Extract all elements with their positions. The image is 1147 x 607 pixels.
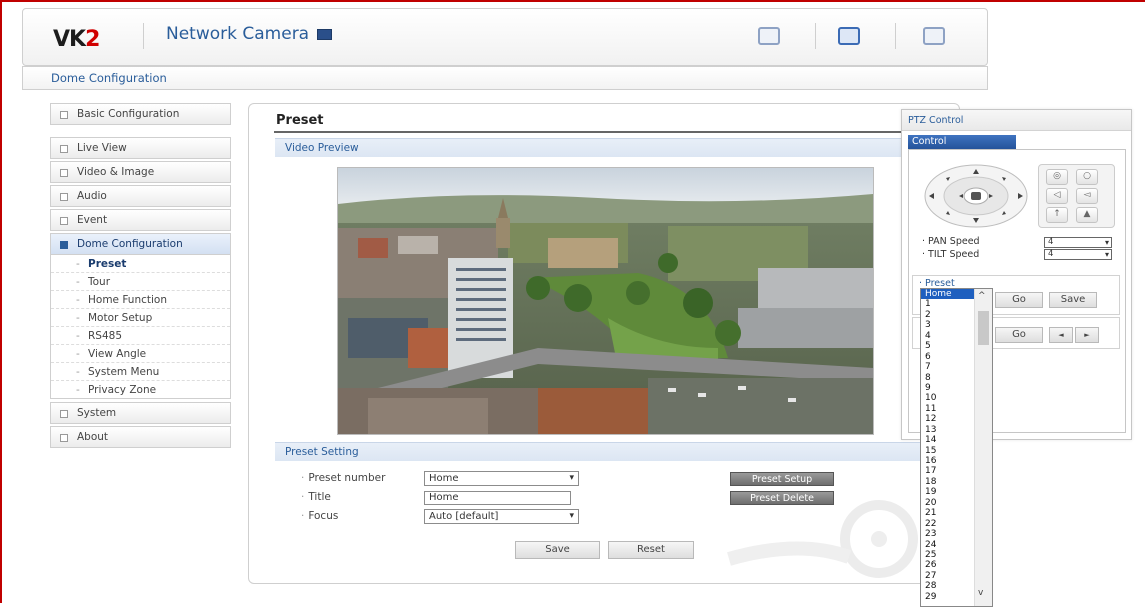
ptz-title-bar: PTZ Control [902, 110, 1131, 131]
sidebar-item-basic-configuration[interactable]: Basic Configuration [50, 103, 231, 125]
chevron-down-icon: ▾ [1104, 250, 1109, 259]
page-title: Preset [276, 113, 324, 128]
video-preview [337, 167, 874, 435]
focus-select[interactable]: Auto [default] ▾ [424, 509, 579, 524]
decorative-film-reel [727, 500, 918, 578]
focus-label: · Focus [301, 510, 339, 522]
chevron-down-icon: ▾ [569, 473, 574, 483]
sidebar-item-dome-configuration[interactable]: Dome Configuration [50, 233, 231, 255]
title-label: · Title [301, 491, 331, 503]
title-input[interactable]: Home [424, 491, 571, 505]
expand-icon [60, 111, 68, 119]
save-button[interactable]: Save [515, 541, 600, 559]
reset-button[interactable]: Reset [608, 541, 694, 559]
sidebar-item-audio[interactable]: Audio [50, 185, 231, 207]
divider [895, 23, 896, 49]
main-panel: Preset Video Preview Preset Setting · Pr… [248, 103, 960, 584]
expand-icon [60, 193, 68, 201]
top-header: VK2 Network Camera [22, 8, 988, 66]
scrollbar-thumb[interactable] [978, 311, 989, 345]
preset-setting-header: Preset Setting [275, 442, 925, 461]
preset-number-select[interactable]: Home ▾ [424, 471, 579, 486]
divider [815, 23, 816, 49]
preset-go-button[interactable]: Go [995, 292, 1043, 308]
live-view-icon[interactable] [758, 27, 780, 45]
sidebar-subitem-privacy-zone[interactable]: - Privacy Zone [51, 381, 230, 399]
sidebar-item-event[interactable]: Event [50, 209, 231, 231]
sidebar-submenu: - Preset - Tour - Home Function - Motor Setu… [50, 255, 231, 399]
sidebar-subitem-view-angle[interactable]: - View Angle [51, 345, 230, 363]
preset-save-button[interactable]: Save [1049, 292, 1097, 308]
title-divider [274, 131, 934, 133]
app-title: Network Camera [166, 24, 333, 44]
focus-near-icon[interactable]: ◁ [1046, 188, 1068, 204]
sidebar-item-system[interactable]: System [50, 402, 231, 424]
pan-speed-label: · PAN Speed [922, 236, 980, 247]
sidebar-menu: Basic Configuration Live View Video & Im… [50, 103, 231, 450]
pan-speed-select[interactable]: 4 ▾ [1044, 237, 1112, 248]
scroll-up-icon[interactable]: ^ [978, 291, 986, 301]
dropdown-scrollbar[interactable]: ^ v [974, 289, 992, 606]
iris-open-icon[interactable]: ↑ [1046, 207, 1068, 223]
iris-close-icon[interactable]: ▲ [1076, 207, 1098, 223]
expand-icon [60, 169, 68, 177]
previous-icon[interactable]: ◄ [1049, 327, 1073, 343]
tilt-speed-select[interactable]: 4 ▾ [1044, 249, 1112, 260]
setup-icon[interactable] [838, 27, 860, 45]
help-icon[interactable] [923, 27, 945, 45]
zoom-out-icon[interactable]: ○ [1076, 169, 1098, 185]
sidebar-subitem-rs485[interactable]: - RS485 [51, 327, 230, 345]
sidebar-subitem-system-menu[interactable]: - System Menu [51, 363, 230, 381]
brand-logo: VK2 [53, 27, 100, 52]
chevron-down-icon: ▾ [1104, 238, 1109, 247]
preset-setup-button[interactable]: Preset Setup [730, 472, 834, 486]
next-icon[interactable]: ► [1075, 327, 1099, 343]
chevron-down-icon: ▾ [569, 511, 574, 521]
divider [143, 23, 144, 49]
preset-number-label: · Preset number [301, 472, 386, 484]
zoom-focus-pad: ◎ ○ ◁ ◅ ↑ ▲ [1038, 164, 1115, 228]
tilt-speed-label: · TILT Speed [922, 249, 980, 260]
expand-icon [60, 145, 68, 153]
expand-icon [60, 217, 68, 225]
breadcrumb: Dome Configuration [22, 66, 988, 90]
sidebar-subitem-preset[interactable]: - Preset [51, 255, 230, 273]
expand-icon [60, 434, 68, 442]
sidebar-subitem-motor-setup[interactable]: - Motor Setup [51, 309, 230, 327]
video-preview-header: Video Preview [275, 138, 925, 157]
sidebar-item-about[interactable]: About [50, 426, 231, 448]
camera-image [338, 168, 873, 434]
sidebar-subitem-home-function[interactable]: - Home Function [51, 291, 230, 309]
focus-far-icon[interactable]: ◅ [1076, 188, 1098, 204]
tab-control[interactable]: Control [908, 135, 1016, 149]
expand-icon [60, 410, 68, 418]
scroll-down-icon[interactable]: v [978, 588, 983, 598]
tour-go-button[interactable]: Go [995, 327, 1043, 343]
collapse-icon [60, 241, 68, 249]
preset-dropdown-list[interactable]: Home 1 2 3 4 5 6 7 8 9 10 11 12 13 14 15 16 17 18 19 20 21 22 2… [920, 288, 993, 607]
zoom-in-icon[interactable]: ◎ [1046, 169, 1068, 185]
ptz-direction-wheel[interactable] [923, 164, 1029, 228]
sidebar-item-video-image[interactable]: Video & Image [50, 161, 231, 183]
language-flag-icon[interactable] [317, 28, 333, 40]
sidebar-item-live-view[interactable]: Live View [50, 137, 231, 159]
sidebar-subitem-tour[interactable]: - Tour [51, 273, 230, 291]
